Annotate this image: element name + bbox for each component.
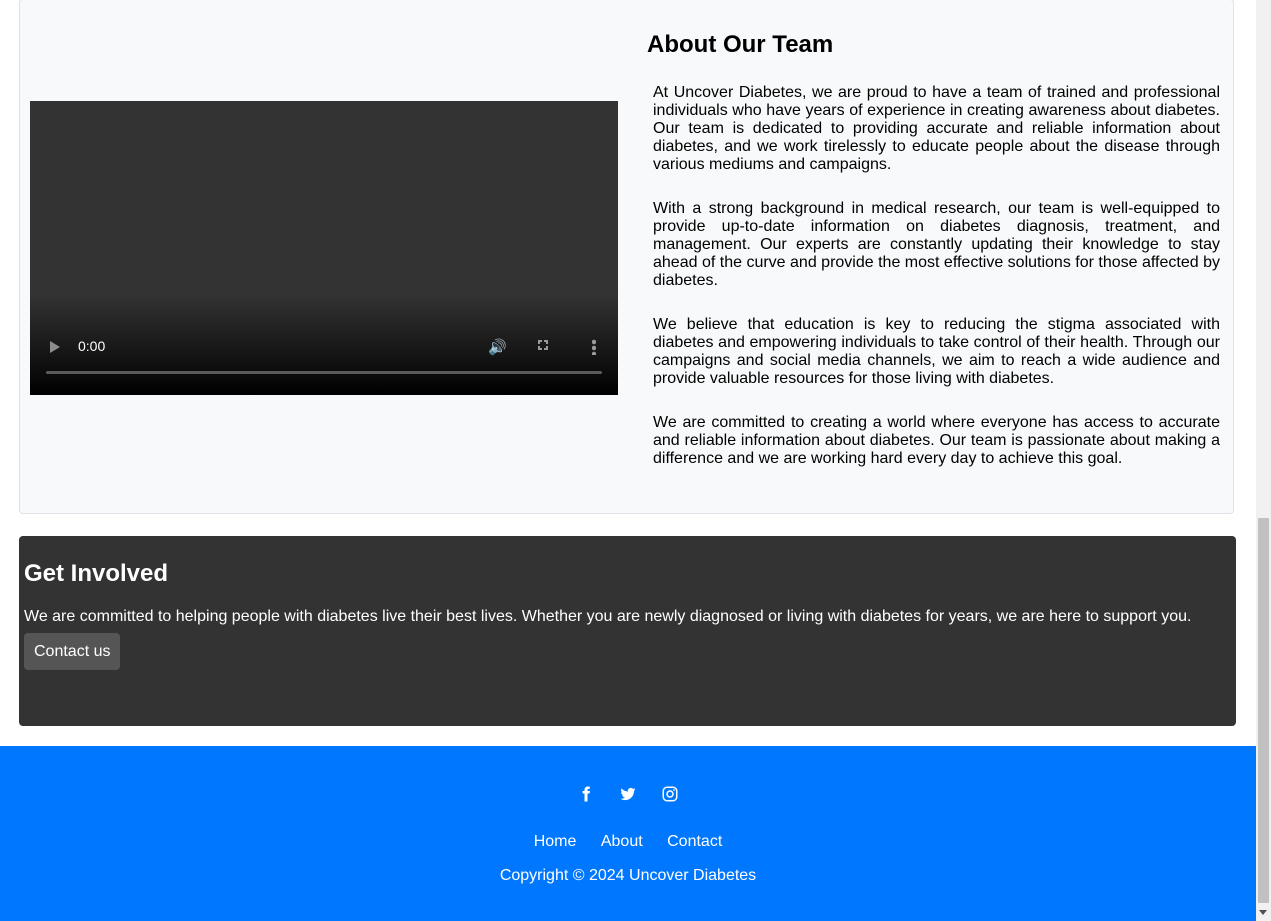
footer: Home About Contact Copyright © 2024 Unco… xyxy=(0,746,1256,921)
get-involved-section: Get Involved We are committed to helping… xyxy=(19,536,1236,726)
about-text: At Uncover Diabetes, we are proud to hav… xyxy=(653,84,1220,494)
about-paragraph: At Uncover Diabetes, we are proud to hav… xyxy=(653,84,1220,173)
about-title: About Our Team xyxy=(647,31,834,58)
copyright-text: Copyright © 2024 Uncover Diabetes xyxy=(499,867,757,884)
footer-link-home[interactable]: Home xyxy=(534,833,577,850)
play-icon[interactable] xyxy=(50,341,60,353)
scrollbar-thumb[interactable] xyxy=(1258,518,1269,903)
footer-link-about[interactable]: About xyxy=(601,833,643,850)
video-time: 0:00 xyxy=(78,338,106,354)
social-links xyxy=(0,785,1256,805)
more-options-icon[interactable] xyxy=(592,339,596,355)
get-involved-title: Get Involved xyxy=(24,560,169,587)
video-progress-bar[interactable] xyxy=(46,371,602,374)
volume-icon[interactable]: 🔊 xyxy=(488,338,507,356)
team-video[interactable]: 0:00 🔊 xyxy=(30,101,618,395)
footer-nav: Home About Contact xyxy=(0,833,1256,851)
facebook-icon[interactable] xyxy=(576,785,596,805)
contact-us-button[interactable]: Contact us xyxy=(24,633,121,670)
about-paragraph: We are committed to creating a world whe… xyxy=(653,414,1220,467)
get-involved-text: We are committed to helping people with … xyxy=(24,608,1192,625)
about-paragraph: We believe that education is key to redu… xyxy=(653,316,1220,387)
vertical-scrollbar[interactable] xyxy=(1256,0,1271,921)
twitter-icon[interactable] xyxy=(618,785,638,805)
about-paragraph: With a strong background in medical rese… xyxy=(653,200,1220,289)
fullscreen-icon[interactable] xyxy=(538,340,548,350)
scroll-down-arrow-icon[interactable] xyxy=(1259,910,1267,915)
instagram-icon[interactable] xyxy=(660,785,680,805)
footer-link-contact[interactable]: Contact xyxy=(667,833,722,850)
